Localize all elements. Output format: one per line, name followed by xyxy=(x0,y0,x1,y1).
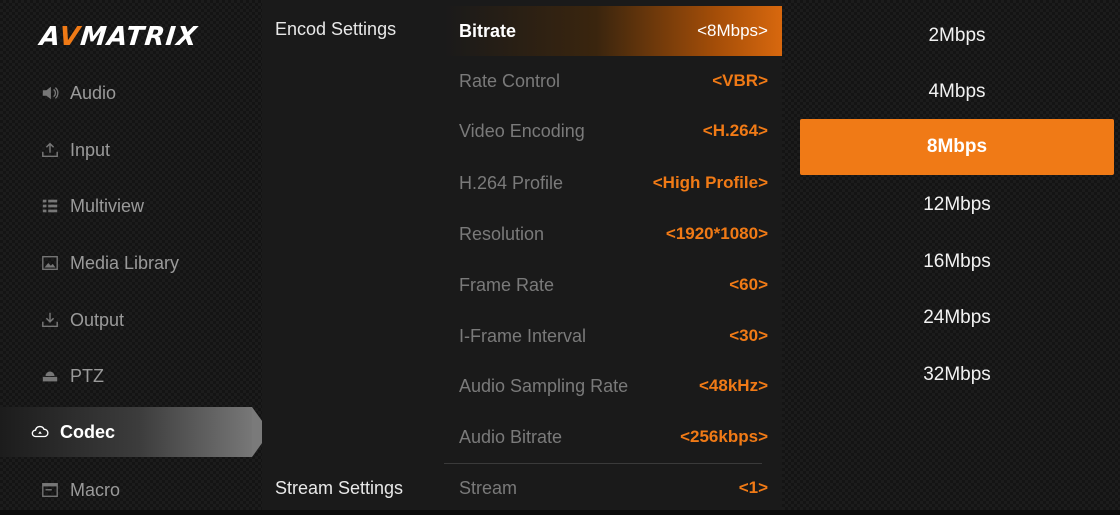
window-icon xyxy=(40,480,60,500)
sidebar-item-ptz[interactable]: PTZ xyxy=(0,351,262,401)
upload-icon xyxy=(40,140,60,160)
download-icon xyxy=(40,310,60,330)
setting-value: <1> xyxy=(738,478,768,497)
setting-value: <High Profile> xyxy=(652,173,768,192)
setting-value: <VBR> xyxy=(712,71,768,90)
setting-iframe-interval[interactable]: I-Frame Interval <30> xyxy=(444,311,782,361)
setting-value: <30> xyxy=(729,326,768,345)
sidebar-item-label: Output xyxy=(70,309,125,330)
setting-value: <256kbps> xyxy=(680,427,768,446)
setting-rate-control[interactable]: Rate Control <VBR> xyxy=(444,56,782,106)
sidebar-item-label: Input xyxy=(70,139,111,160)
setting-resolution[interactable]: Resolution <1920*1080> xyxy=(444,209,782,259)
setting-value: <48kHz> xyxy=(699,376,768,395)
option-16mbps[interactable]: 16Mbps xyxy=(800,234,1114,290)
sidebar-item-output[interactable]: Output xyxy=(0,295,262,345)
setting-bitrate[interactable]: Bitrate <8Mbps> xyxy=(444,6,782,56)
sidebar-item-label: Codec xyxy=(60,421,116,442)
setting-audio-sampling-rate[interactable]: Audio Sampling Rate <48kHz> xyxy=(444,361,782,411)
camera-icon xyxy=(40,366,60,386)
setting-value: <1920*1080> xyxy=(665,224,768,243)
sidebar-item-media-library[interactable]: Media Library xyxy=(0,238,262,288)
stream-settings-heading: Stream Settings xyxy=(275,478,404,498)
settings-panel: Encod Settings Stream Settings Bitrate <… xyxy=(262,0,782,510)
encode-settings-heading: Encod Settings xyxy=(275,19,397,39)
avmatrix-logo: AVMATRIX xyxy=(38,22,200,52)
setting-stream[interactable]: Stream <1> xyxy=(444,463,782,513)
setting-value: <60> xyxy=(729,275,768,294)
bitrate-options-list: 2Mbps 4Mbps 8Mbps 12Mbps 16Mbps 24Mbps 3… xyxy=(782,0,1120,510)
option-24mbps[interactable]: 24Mbps xyxy=(800,290,1114,346)
sidebar-item-label: PTZ xyxy=(70,365,104,386)
option-2mbps[interactable]: 2Mbps xyxy=(800,8,1114,64)
setting-value: <H.264> xyxy=(702,121,768,140)
sidebar: AVMATRIX Audio Input Multiview Media Lib… xyxy=(0,0,270,510)
setting-h264-profile[interactable]: H.264 Profile <High Profile> xyxy=(444,158,782,208)
sidebar-item-label: Audio xyxy=(70,82,117,103)
sidebar-item-label: Macro xyxy=(70,479,121,500)
setting-frame-rate[interactable]: Frame Rate <60> xyxy=(444,260,782,310)
sidebar-item-label: Media Library xyxy=(70,252,180,273)
option-4mbps[interactable]: 4Mbps xyxy=(800,64,1114,120)
list-icon xyxy=(40,196,60,216)
option-32mbps[interactable]: 32Mbps xyxy=(800,347,1114,403)
image-icon xyxy=(40,253,60,273)
sidebar-item-macro[interactable]: Macro xyxy=(0,465,262,515)
option-12mbps[interactable]: 12Mbps xyxy=(800,177,1114,233)
sidebar-item-codec[interactable]: Codec xyxy=(0,407,270,457)
sidebar-item-input[interactable]: Input xyxy=(0,125,262,175)
speaker-icon xyxy=(40,83,60,103)
sidebar-item-audio[interactable]: Audio xyxy=(0,68,262,118)
setting-video-encoding[interactable]: Video Encoding <H.264> xyxy=(444,106,782,156)
cloud-icon xyxy=(30,422,50,442)
setting-value: <8Mbps> xyxy=(697,21,768,40)
setting-audio-bitrate[interactable]: Audio Bitrate <256kbps> xyxy=(444,412,782,462)
sidebar-item-multiview[interactable]: Multiview xyxy=(0,181,262,231)
option-8mbps[interactable]: 8Mbps xyxy=(800,119,1114,175)
sidebar-item-label: Multiview xyxy=(70,195,145,216)
